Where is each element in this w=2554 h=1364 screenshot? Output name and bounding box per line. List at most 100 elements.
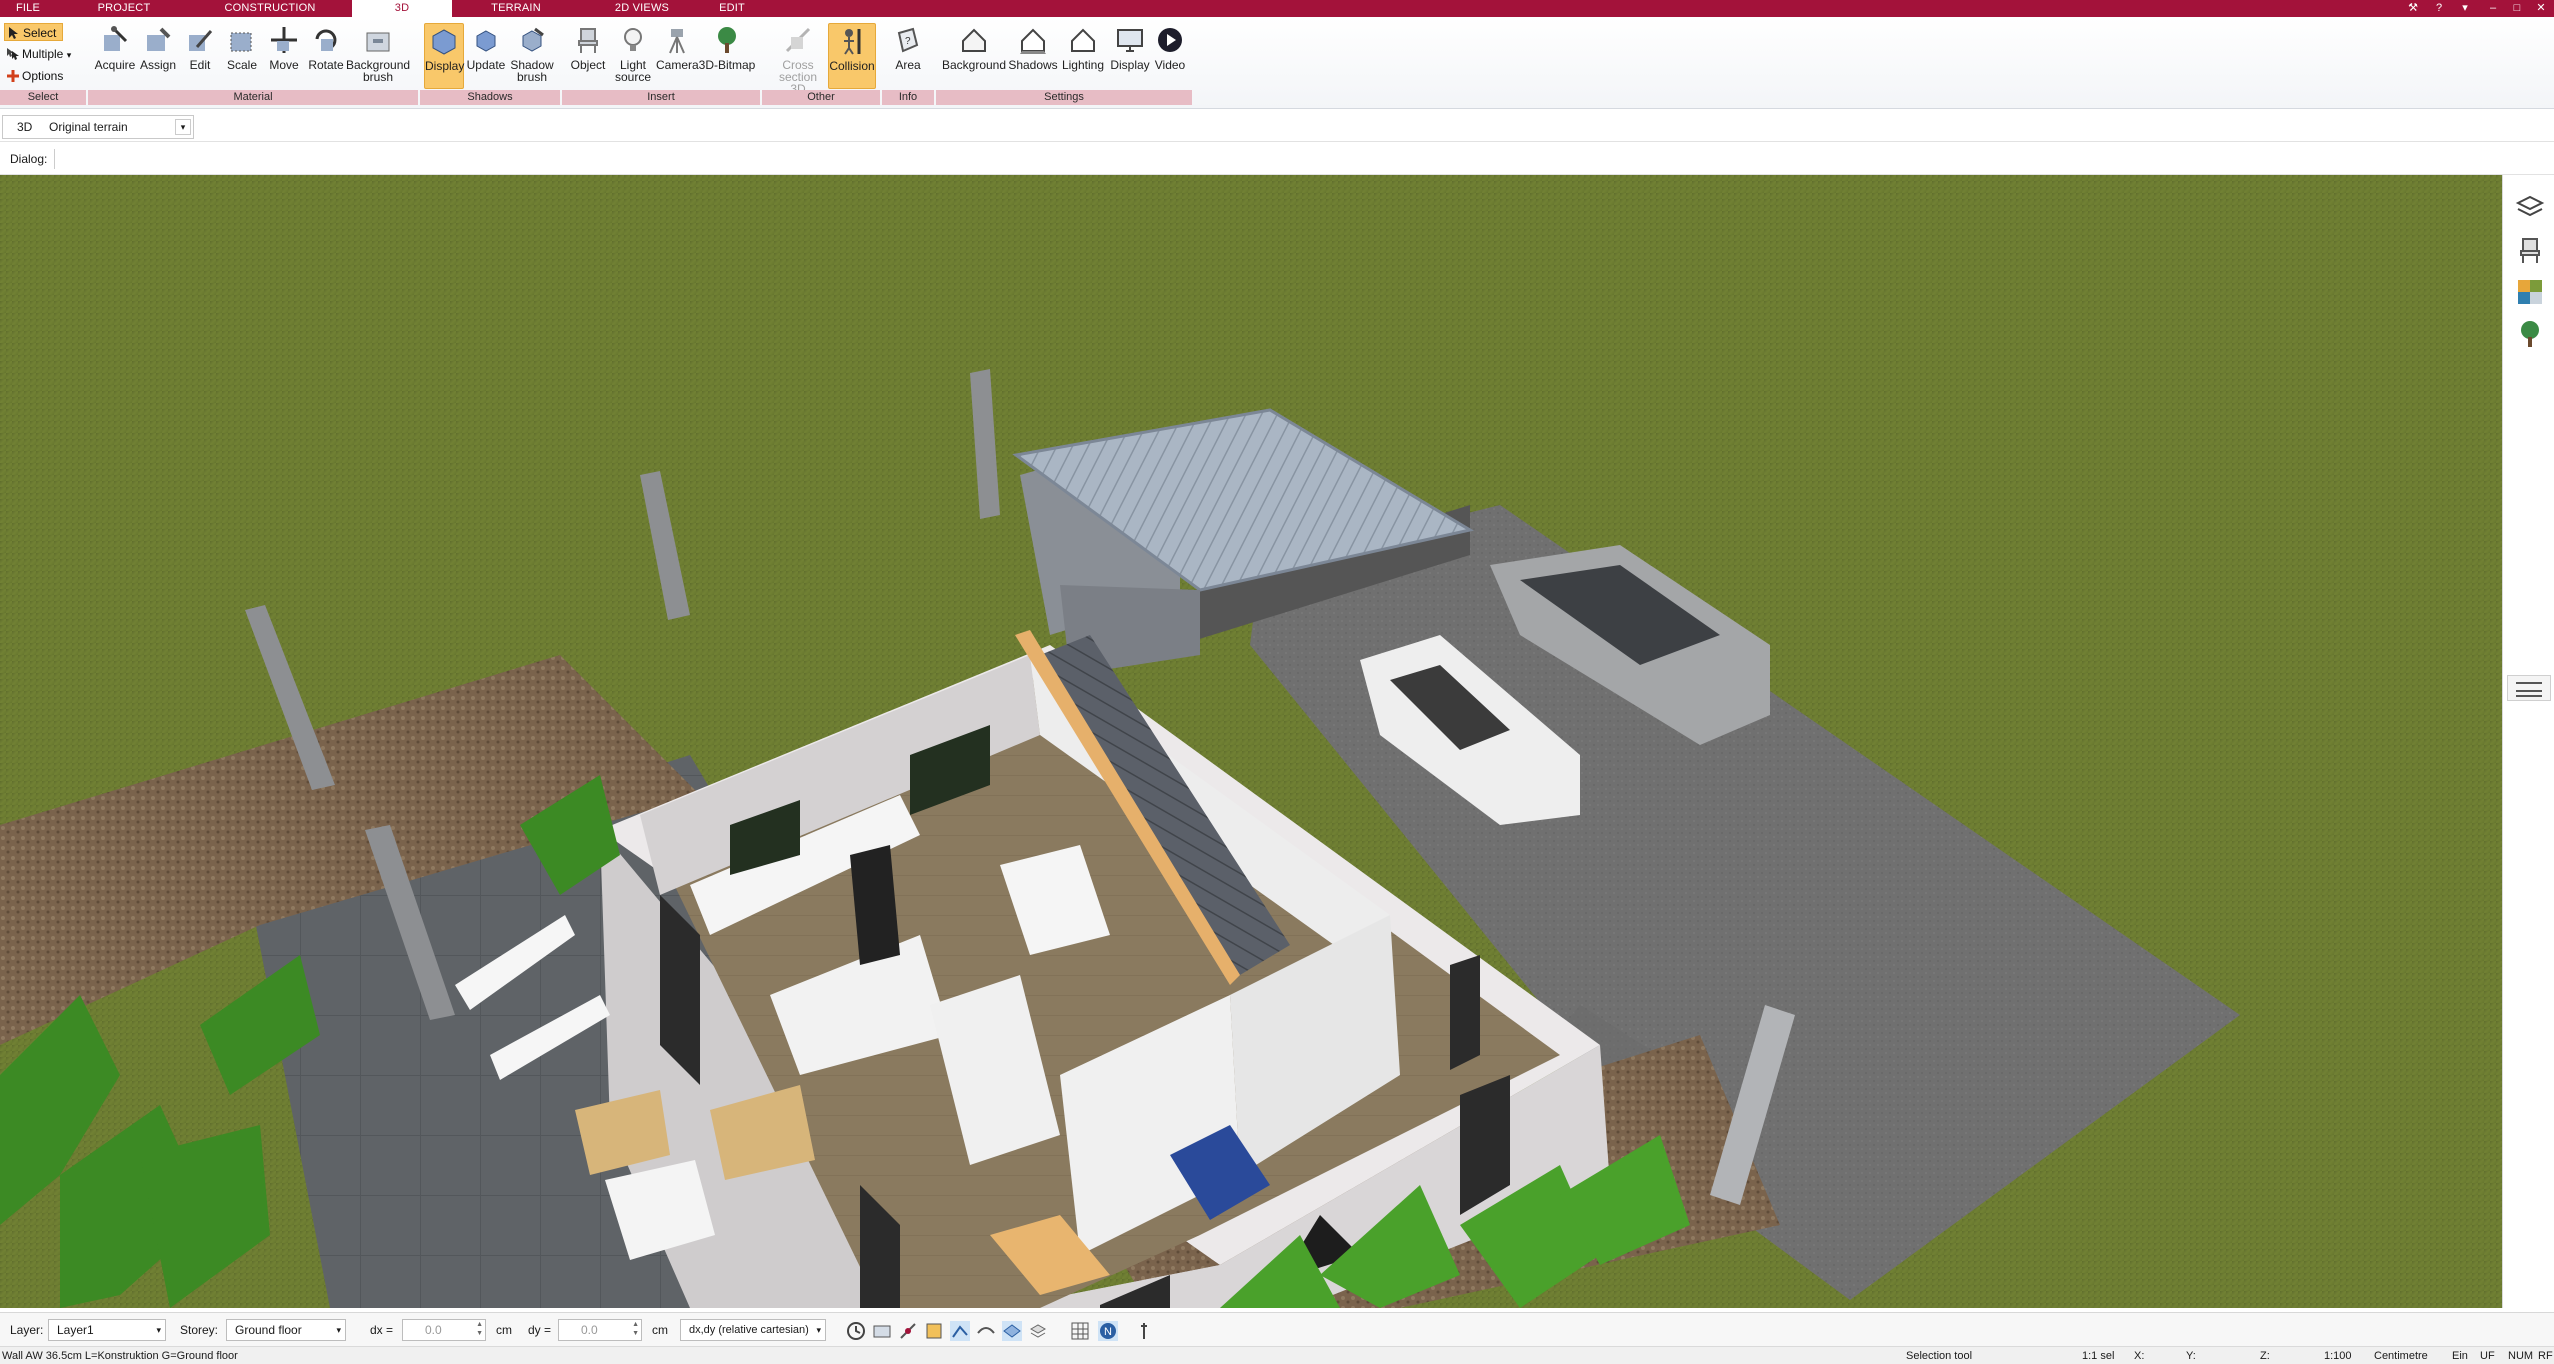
tools-icon[interactable]: ⚒ xyxy=(2402,0,2424,17)
line-snap-icon[interactable] xyxy=(976,1321,996,1341)
view-mode-label: 3D xyxy=(17,120,33,134)
background-brush-button[interactable]: Background brush xyxy=(346,23,410,89)
tab-2d-views[interactable]: 2D VIEWS xyxy=(602,0,682,17)
cross-section-icon xyxy=(785,27,811,53)
select-tool-label: Select xyxy=(23,26,57,40)
acquire-button[interactable]: Acquire xyxy=(92,23,138,89)
storey-select[interactable]: Ground floor ▾ xyxy=(226,1319,346,1341)
materials-palette-icon[interactable] xyxy=(2515,277,2545,307)
tab-file[interactable]: FILE xyxy=(0,0,56,17)
status-uf: UF xyxy=(2480,1350,2495,1362)
background-settings-label: Background xyxy=(941,58,1007,72)
shadow-brush-button[interactable]: Shadow brush xyxy=(508,23,556,89)
rotate-label: Rotate xyxy=(308,58,344,72)
tab-project[interactable]: PROJECT xyxy=(88,0,160,17)
edit-material-label: Edit xyxy=(189,58,211,72)
lighting-settings-button[interactable]: Lighting xyxy=(1058,23,1108,89)
storey-label: Storey: xyxy=(180,1323,219,1337)
options-button[interactable]: Options xyxy=(4,67,63,85)
light-source-label: Light source xyxy=(614,58,652,84)
svg-text:N: N xyxy=(1104,1326,1112,1338)
grid-icon[interactable] xyxy=(1070,1321,1090,1341)
layer-select[interactable]: Layer1 ▾ xyxy=(48,1319,166,1341)
north-icon[interactable]: N xyxy=(1098,1321,1118,1341)
assign-icon xyxy=(147,27,171,51)
tree-icon xyxy=(718,27,736,53)
status-unit: Centimetre xyxy=(2374,1350,2428,1362)
select-tool-button[interactable]: Select xyxy=(4,23,64,41)
group-insert: Insert xyxy=(562,90,760,105)
layer-stack-icon[interactable] xyxy=(1028,1321,1048,1341)
camera-button[interactable]: Camera xyxy=(656,23,699,89)
light-source-button[interactable]: Light source xyxy=(610,23,656,89)
snap-icon[interactable] xyxy=(898,1321,918,1341)
dx-unit: cm xyxy=(496,1323,512,1337)
tree-plants-icon[interactable] xyxy=(2515,319,2545,349)
coordinate-mode-value: dx,dy (relative cartesian) xyxy=(689,1324,809,1336)
tab-3d[interactable]: 3D xyxy=(352,0,452,17)
acquire-label: Acquire xyxy=(94,58,136,72)
spinner-icon[interactable]: ▲ ▼ xyxy=(476,1320,483,1338)
bitmap-3d-button[interactable]: 3D-Bitmap xyxy=(698,23,756,89)
background-settings-button[interactable]: Background xyxy=(940,23,1008,89)
camera-label: Camera xyxy=(656,58,699,72)
clock-icon[interactable] xyxy=(846,1321,866,1341)
area-info-icon: ? xyxy=(897,27,919,53)
assign-button[interactable]: Assign xyxy=(138,23,178,89)
status-selection: 1:1 sel xyxy=(2082,1350,2115,1362)
dx-label: dx = xyxy=(370,1323,394,1337)
bitmap-3d-label: 3D-Bitmap xyxy=(698,58,756,72)
3d-viewport[interactable] xyxy=(0,175,2502,1308)
pin-icon[interactable] xyxy=(1134,1321,1154,1341)
collision-button[interactable]: Collision xyxy=(828,23,876,89)
app-window: FILE PROJECT CONSTRUCTION 3D TERRAIN 2D … xyxy=(0,0,2554,1364)
angle-snap-icon[interactable] xyxy=(950,1321,970,1341)
view-option-bar: 3D Original terrain ▾ xyxy=(0,112,2554,142)
close-icon[interactable]: ✕ xyxy=(2530,0,2552,17)
spinner-icon[interactable]: ▲ ▼ xyxy=(632,1320,639,1338)
insert-object-button[interactable]: Object xyxy=(566,23,610,89)
3d-scene xyxy=(0,175,2502,1308)
panel-menu-icon[interactable] xyxy=(2507,675,2551,701)
group-settings: Settings xyxy=(936,90,1192,105)
background-brush-label: Background brush xyxy=(346,58,411,84)
display-shadows-button[interactable]: Display xyxy=(424,23,464,89)
dx-value: 0.0 xyxy=(425,1323,442,1337)
cross-section-3d-button[interactable]: Cross section 3D xyxy=(770,23,826,95)
terrain-view-select[interactable]: 3D Original terrain ▾ xyxy=(2,115,194,139)
status-ein: Ein xyxy=(2452,1350,2468,1362)
update-button[interactable]: Update xyxy=(466,23,506,89)
object-snap-icon[interactable] xyxy=(924,1321,944,1341)
camera-view-icon[interactable] xyxy=(872,1321,892,1341)
shadows-settings-button[interactable]: Shadows xyxy=(1008,23,1058,89)
status-element-info: Wall AW 36.5cm L=Konstruktion G=Ground f… xyxy=(2,1350,238,1362)
dy-input[interactable]: 0.0 ▲ ▼ xyxy=(558,1319,642,1341)
edit-material-button[interactable]: Edit xyxy=(180,23,220,89)
area-info-button[interactable]: ? Area xyxy=(886,23,930,89)
dx-input[interactable]: 0.0 ▲ ▼ xyxy=(402,1319,486,1341)
help-icon[interactable]: ? xyxy=(2428,0,2450,17)
tab-edit[interactable]: EDIT xyxy=(712,0,752,17)
ribbon-collapse-icon[interactable]: ▾ xyxy=(2454,0,2476,17)
display-settings-button[interactable]: Display xyxy=(1108,23,1152,89)
status-tool: Selection tool xyxy=(1906,1350,1973,1362)
layers-icon[interactable] xyxy=(2515,193,2545,223)
maximize-icon[interactable]: □ xyxy=(2506,0,2528,17)
move-button[interactable]: Move xyxy=(264,23,304,89)
plane-icon[interactable] xyxy=(1002,1321,1022,1341)
rotate-button[interactable]: Rotate xyxy=(306,23,346,89)
multiple-select-button[interactable]: Multiple ▾ xyxy=(4,45,71,63)
scale-button[interactable]: Scale xyxy=(222,23,262,89)
minimize-icon[interactable]: – xyxy=(2482,0,2504,17)
rotate-icon xyxy=(315,29,337,51)
group-material: Material xyxy=(88,90,418,105)
video-button[interactable]: Video xyxy=(1152,23,1188,89)
dy-value: 0.0 xyxy=(581,1323,598,1337)
person-collision-icon xyxy=(844,29,861,55)
scale-label: Scale xyxy=(226,58,258,72)
furniture-chair-icon[interactable] xyxy=(2515,235,2545,265)
coordinate-mode-select[interactable]: dx,dy (relative cartesian) ▾ xyxy=(680,1319,826,1341)
tab-construction[interactable]: CONSTRUCTION xyxy=(210,0,330,17)
status-z: Z: xyxy=(2260,1350,2270,1362)
tab-terrain[interactable]: TERRAIN xyxy=(480,0,552,17)
